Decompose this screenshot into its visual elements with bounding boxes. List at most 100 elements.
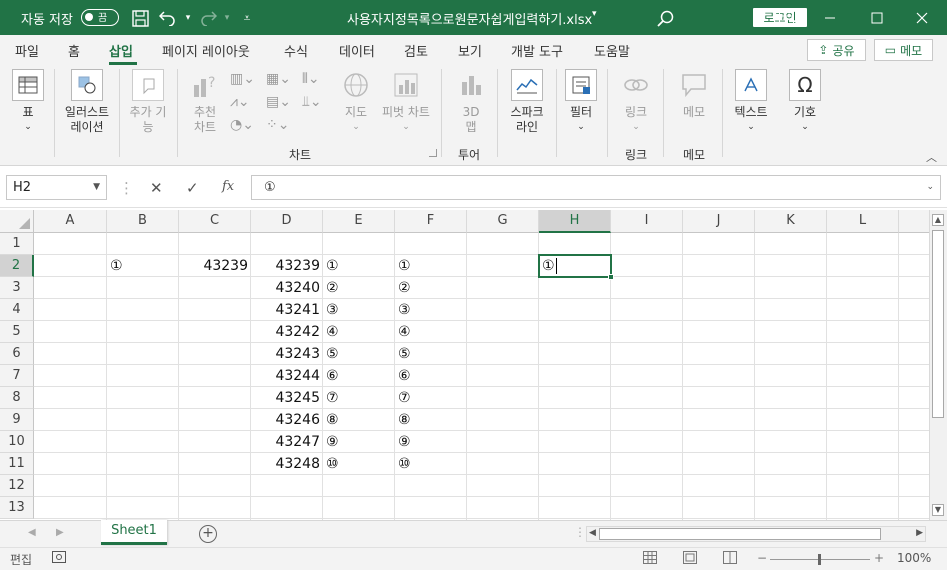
zoom-slider-knob[interactable] — [818, 554, 821, 565]
row-header-8[interactable]: 8 — [0, 387, 34, 409]
cell-f11[interactable]: ⑩ — [395, 453, 467, 475]
comments-button[interactable]: ▭ 메모 — [874, 39, 933, 61]
column-header-e[interactable]: E — [323, 210, 395, 233]
cell-e4[interactable]: ③ — [323, 299, 395, 321]
illustrations-button[interactable]: 일러스트 레이션 — [60, 69, 114, 135]
name-box[interactable]: H2 ▼ — [6, 175, 107, 200]
row-header-7[interactable]: 7 — [0, 365, 34, 387]
tab-help[interactable]: 도움말 — [594, 41, 630, 60]
autosave-toggle[interactable]: 끔 — [81, 9, 119, 26]
cancel-icon[interactable]: ✕ — [150, 179, 163, 197]
next-sheet-icon[interactable]: ▶ — [56, 527, 64, 538]
page-break-view-icon[interactable] — [723, 551, 737, 567]
column-header-c[interactable]: C — [179, 210, 251, 233]
cell-d8[interactable]: 43245 — [251, 387, 323, 409]
add-sheet-icon[interactable]: + — [199, 525, 217, 543]
insert-function-icon[interactable]: fx — [222, 179, 234, 194]
tab-formulas[interactable]: 수식 — [284, 41, 308, 60]
cell-f2[interactable]: ① — [395, 255, 467, 277]
row-header-12[interactable]: 12 — [0, 475, 34, 497]
cell-d2[interactable]: 43239 — [251, 255, 323, 277]
tab-home[interactable]: 홈 — [68, 41, 80, 60]
undo-icon[interactable] — [158, 8, 178, 28]
cell-f7[interactable]: ⑥ — [395, 365, 467, 387]
zoom-slider[interactable] — [770, 554, 870, 565]
cell-e7[interactable]: ⑥ — [323, 365, 395, 387]
column-header-j[interactable]: J — [683, 210, 755, 233]
table-button[interactable]: 표 ⌄ — [10, 69, 46, 135]
customize-qat-icon[interactable]: ⩡ — [237, 8, 257, 28]
title-dropdown-icon[interactable]: ▾ — [592, 9, 597, 19]
row-header-1[interactable]: 1 — [0, 233, 34, 255]
tab-view[interactable]: 보기 — [458, 41, 482, 60]
symbols-button[interactable]: Ω 기호 ⌄ — [786, 69, 824, 135]
close-icon[interactable] — [912, 8, 932, 28]
cell-e11[interactable]: ⑩ — [323, 453, 395, 475]
split-handle-icon[interactable]: ⋮ — [574, 525, 586, 539]
column-header-b[interactable]: B — [107, 210, 179, 233]
cell-f4[interactable]: ③ — [395, 299, 467, 321]
vertical-scroll-thumb[interactable] — [932, 230, 944, 418]
cell-e6[interactable]: ⑤ — [323, 343, 395, 365]
column-header-k[interactable]: K — [755, 210, 827, 233]
cell-e10[interactable]: ⑨ — [323, 431, 395, 453]
zoom-level[interactable]: 100% — [897, 551, 931, 565]
row-header-6[interactable]: 6 — [0, 343, 34, 365]
cell-d5[interactable]: 43242 — [251, 321, 323, 343]
row-header-2[interactable]: 2 — [0, 255, 34, 277]
collapse-ribbon-icon[interactable]: ︿ — [926, 149, 937, 165]
zoom-in-icon[interactable]: + — [874, 551, 884, 565]
tab-page-layout[interactable]: 페이지 레이아웃 — [162, 41, 250, 60]
cell-c2[interactable]: 43239 — [179, 255, 251, 277]
save-icon[interactable] — [130, 8, 150, 28]
tab-insert[interactable]: 삽입 — [109, 41, 133, 60]
column-header-a[interactable]: A — [34, 210, 107, 233]
tab-file[interactable]: 파일 — [15, 41, 39, 60]
cell-f10[interactable]: ⑨ — [395, 431, 467, 453]
tab-data[interactable]: 데이터 — [339, 41, 375, 60]
cell-f9[interactable]: ⑧ — [395, 409, 467, 431]
scroll-up-icon[interactable]: ▲ — [932, 214, 944, 226]
scroll-down-icon[interactable]: ▼ — [932, 504, 944, 516]
fill-handle[interactable] — [608, 274, 614, 280]
cell-f5[interactable]: ④ — [395, 321, 467, 343]
zoom-out-icon[interactable]: − — [757, 551, 767, 565]
minimize-icon[interactable] — [820, 8, 840, 28]
cell-d10[interactable]: 43247 — [251, 431, 323, 453]
accessibility-icon[interactable] — [52, 551, 66, 567]
row-header-3[interactable]: 3 — [0, 277, 34, 299]
cell-d9[interactable]: 43246 — [251, 409, 323, 431]
column-header-d[interactable]: D — [251, 210, 323, 233]
dialog-launcher-icon[interactable] — [429, 149, 437, 157]
row-header-13[interactable]: 13 — [0, 497, 34, 519]
column-header-f[interactable]: F — [395, 210, 467, 233]
undo-dropdown-icon[interactable]: ▾ — [178, 8, 198, 28]
normal-view-icon[interactable] — [643, 551, 657, 567]
row-header-11[interactable]: 11 — [0, 453, 34, 475]
enter-icon[interactable]: ✓ — [186, 179, 199, 197]
cell-d11[interactable]: 43248 — [251, 453, 323, 475]
tab-developer[interactable]: 개발 도구 — [511, 41, 563, 60]
cell-f6[interactable]: ⑤ — [395, 343, 467, 365]
cell-e3[interactable]: ② — [323, 277, 395, 299]
cell-e2[interactable]: ① — [323, 255, 395, 277]
cell-e5[interactable]: ④ — [323, 321, 395, 343]
share-button[interactable]: ⇪ 공유 — [807, 39, 866, 61]
cell-f3[interactable]: ② — [395, 277, 467, 299]
text-button[interactable]: 텍스트 ⌄ — [729, 69, 773, 135]
horizontal-scroll-thumb[interactable] — [599, 528, 881, 540]
horizontal-scrollbar[interactable]: ◀ ▶ — [586, 526, 926, 542]
cell-e9[interactable]: ⑧ — [323, 409, 395, 431]
cell-e8[interactable]: ⑦ — [323, 387, 395, 409]
search-icon[interactable] — [655, 8, 675, 28]
cell-d3[interactable]: 43240 — [251, 277, 323, 299]
tab-review[interactable]: 검토 — [404, 41, 428, 60]
row-header-5[interactable]: 5 — [0, 321, 34, 343]
worksheet-grid[interactable]: A B C D E F G H I J K L 1 2 3 4 5 6 7 8 … — [0, 210, 929, 520]
cell-f8[interactable]: ⑦ — [395, 387, 467, 409]
column-header-g[interactable]: G — [467, 210, 539, 233]
cell-b2[interactable]: ① — [107, 255, 179, 277]
cell-d7[interactable]: 43244 — [251, 365, 323, 387]
scroll-right-icon[interactable]: ▶ — [916, 528, 923, 538]
column-header-i[interactable]: I — [611, 210, 683, 233]
